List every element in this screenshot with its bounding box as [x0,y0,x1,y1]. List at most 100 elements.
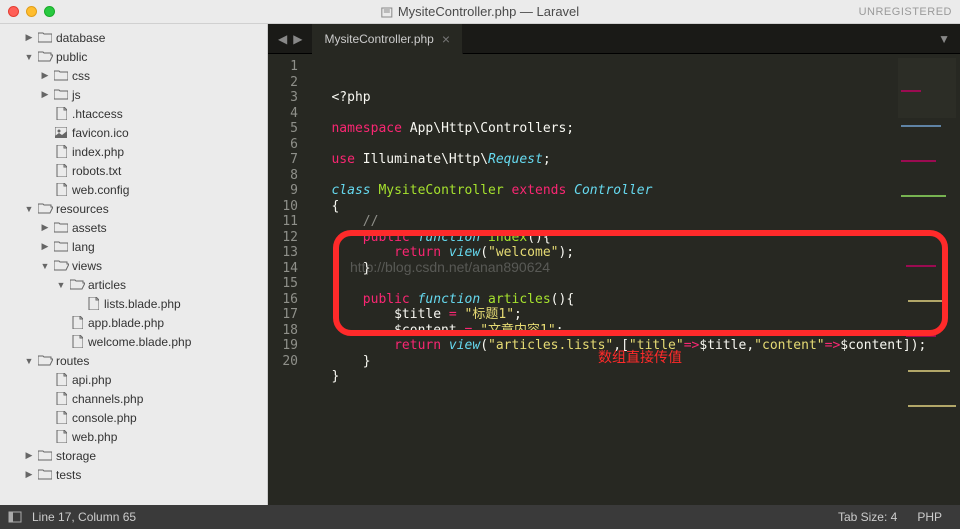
titlebar: MysiteController.php — Laravel UNREGISTE… [0,0,960,24]
code-line[interactable]: { [308,199,960,215]
close-tab-icon[interactable]: × [442,31,450,47]
tree-label: database [56,31,105,45]
tree-item[interactable]: web.php [0,427,267,446]
tree-item[interactable]: favicon.ico [0,123,267,142]
tree-item[interactable]: app.blade.php [0,313,267,332]
code-line[interactable] [308,385,960,401]
code-area[interactable]: <?php namespace App\Http\Controllers; us… [308,54,960,505]
tree-label: index.php [72,145,124,159]
tree-label: routes [56,354,89,368]
code-line[interactable]: } [308,369,960,385]
tree-label: app.blade.php [88,316,164,330]
tree-label: resources [56,202,109,216]
tree-label: web.php [72,430,117,444]
code-line[interactable] [308,106,960,122]
expand-arrow-icon[interactable]: ▼ [24,204,34,214]
tree-item[interactable]: ▶ assets [0,218,267,237]
tree-label: js [72,88,81,102]
code-line[interactable]: use Illuminate\Http\Request; [308,152,960,168]
expand-arrow-icon[interactable]: ▶ [40,89,50,100]
expand-arrow-icon[interactable]: ▶ [24,32,34,43]
file-icon [53,107,69,120]
tree-item[interactable]: web.config [0,180,267,199]
tree-label: views [72,259,102,273]
expand-arrow-icon[interactable]: ▶ [40,222,50,233]
tree-item[interactable]: robots.txt [0,161,267,180]
code-line[interactable]: <?php [308,90,960,106]
tree-item[interactable]: index.php [0,142,267,161]
tree-item[interactable]: ▼ resources [0,199,267,218]
tree-item[interactable]: ▼articles [0,275,267,294]
expand-arrow-icon[interactable]: ▶ [24,450,34,461]
expand-arrow-icon[interactable]: ▼ [56,280,66,290]
minimap[interactable] [898,58,956,118]
tree-item[interactable]: ▼ public [0,47,267,66]
folder-open-icon [53,260,69,271]
line-gutter: 1234567891011121314151617181920 [268,54,308,505]
tree-item[interactable]: ▼ routes [0,351,267,370]
tree-label: lists.blade.php [104,297,181,311]
annotation-text: 数组直接传值 [598,350,682,366]
folder-open-icon [37,203,53,214]
code-line[interactable] [308,137,960,153]
tree-item[interactable]: ▶storage [0,446,267,465]
code-line[interactable]: $title = "标题1"; [308,307,960,323]
code-line[interactable]: } [308,261,960,277]
minimize-window[interactable] [26,6,37,17]
folder-open-icon [37,355,53,366]
expand-arrow-icon[interactable]: ▶ [24,469,34,480]
code-line[interactable]: namespace App\Http\Controllers; [308,121,960,137]
tree-item[interactable]: lists.blade.php [0,294,267,313]
tree-item[interactable]: ▶css [0,66,267,85]
file-icon [69,316,85,329]
file-icon [53,430,69,443]
cursor-position[interactable]: Line 17, Column 65 [22,510,146,524]
expand-arrow-icon[interactable]: ▶ [40,70,50,81]
nav-forward[interactable]: ▶ [293,32,302,46]
tree-item[interactable]: channels.php [0,389,267,408]
tree-label: .htaccess [72,107,123,121]
folder-open-icon [37,51,53,62]
tree-item[interactable]: ▶lang [0,237,267,256]
folder-icon [37,450,53,461]
tab-size[interactable]: Tab Size: 4 [828,510,907,524]
language-mode[interactable]: PHP [907,510,952,524]
tree-item[interactable]: api.php [0,370,267,389]
code-line[interactable] [308,168,960,184]
code-line[interactable]: $content = "文章内容1"; [308,323,960,339]
tree-item[interactable]: .htaccess [0,104,267,123]
sidebar-toggle-icon[interactable] [8,510,22,524]
expand-arrow-icon[interactable]: ▼ [40,261,50,271]
code-editor[interactable]: 1234567891011121314151617181920 <?php na… [268,54,960,505]
close-window[interactable] [8,6,19,17]
nav-back[interactable]: ◀ [278,32,287,46]
tree-label: tests [56,468,81,482]
folder-icon [53,70,69,81]
tree-item[interactable]: ▶ tests [0,465,267,484]
tree-item[interactable]: console.php [0,408,267,427]
expand-arrow-icon[interactable]: ▶ [40,241,50,252]
code-line[interactable] [308,276,960,292]
maximize-window[interactable] [44,6,55,17]
code-line[interactable]: return view("welcome"); [308,245,960,261]
code-line[interactable]: class MysiteController extends Controlle… [308,183,960,199]
sidebar[interactable]: ▶database▼public▶css▶js.htaccessfavicon.… [0,24,268,505]
folder-icon [37,469,53,480]
tree-label: web.config [72,183,129,197]
expand-arrow-icon[interactable]: ▼ [24,356,34,366]
tree-item[interactable]: ▶ js [0,85,267,104]
file-icon [53,145,69,158]
code-line[interactable]: // [308,214,960,230]
tree-item[interactable]: ▼ views [0,256,267,275]
expand-arrow-icon[interactable]: ▼ [24,52,34,62]
file-icon [53,392,69,405]
code-line[interactable]: public function articles(){ [308,292,960,308]
file-tab[interactable]: MysiteController.php × [312,24,463,54]
tree-label: public [56,50,87,64]
code-line[interactable]: public function index(){ [308,230,960,246]
tree-item[interactable]: welcome.blade.php [0,332,267,351]
tree-item[interactable]: ▶ database [0,28,267,47]
tab-overflow-icon[interactable]: ▼ [928,32,960,46]
tree-label: assets [72,221,107,235]
folder-icon [53,241,69,252]
